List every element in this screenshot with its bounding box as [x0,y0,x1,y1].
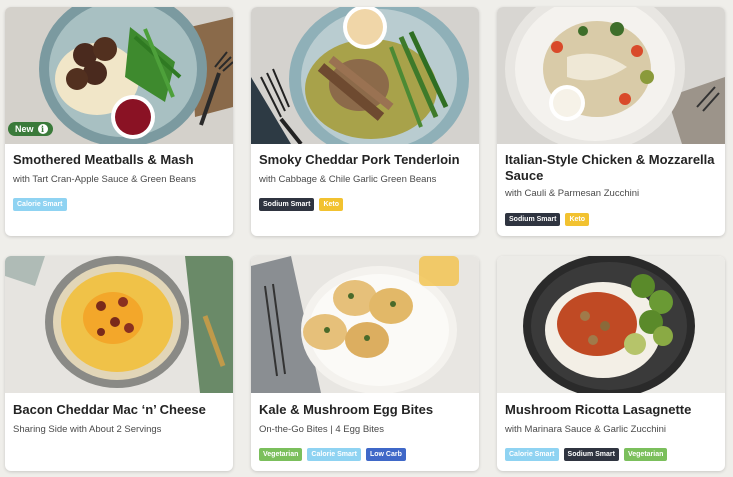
meal-subtitle: On-the-Go Bites | 4 Egg Bites [259,424,384,435]
new-badge: New i [8,122,53,136]
tag-keto: Keto [565,213,590,226]
meal-card-bacon-cheddar-mac[interactable]: Bacon Cheddar Mac ‘n’ Cheese Sharing Sid… [5,256,233,471]
tag-calorie-smart: Calorie Smart [13,198,67,211]
tag-keto: Keto [319,198,344,211]
tag-sodium-smart: Sodium Smart [505,213,561,226]
meal-tags: Sodium Smart Keto [505,213,590,226]
meal-subtitle: with Tart Cran-Apple Sauce & Green Beans [13,174,197,185]
meal-photo[interactable]: New i [5,7,233,144]
meal-subtitle: with Marinara Sauce & Garlic Zucchini [505,424,667,435]
meal-photo[interactable] [251,256,479,393]
meal-card-smoky-cheddar-pork[interactable]: Smoky Cheddar Pork Tenderloin with Cabba… [251,7,479,236]
tag-vegetarian: Vegetarian [259,448,303,461]
tag-vegetarian: Vegetarian [623,448,668,461]
meal-title: Italian-Style Chicken & Mozzarella Sauce [505,152,715,183]
meal-card-italian-chicken[interactable]: Italian-Style Chicken & Mozzarella Sauce… [497,7,725,236]
tag-low-carb: Low Carb [365,448,406,461]
meal-subtitle: with Cauli & Parmesan Zucchini [505,188,640,199]
meal-photo[interactable] [497,7,725,144]
meal-card-smothered-meatballs[interactable]: New i Smothered Meatballs & Mash with Ta… [5,7,233,236]
meal-title: Bacon Cheddar Mac ‘n’ Cheese [13,402,206,417]
meal-subtitle: with Cabbage & Chile Garlic Green Beans [259,174,437,185]
meal-subtitle: Sharing Side with About 2 Servings [13,424,162,435]
tag-calorie-smart: Calorie Smart [307,448,361,461]
meal-photo[interactable] [5,256,233,393]
meal-photo[interactable] [497,256,725,393]
tag-sodium-smart: Sodium Smart [563,448,619,461]
meal-title: Kale & Mushroom Egg Bites [259,402,434,417]
meal-photo[interactable] [251,7,479,144]
meal-title: Mushroom Ricotta Lasagnette [505,402,692,417]
meal-tags: Vegetarian Calorie Smart Low Carb [259,448,406,461]
meal-card-mushroom-ricotta-lasagnette[interactable]: Mushroom Ricotta Lasagnette with Marinar… [497,256,725,471]
meal-tags: Sodium Smart Keto [259,198,344,211]
info-icon[interactable]: i [37,124,48,134]
new-badge-label: New [15,124,34,134]
meal-tags: Calorie Smart [13,198,67,211]
meal-tags: Calorie Smart Sodium Smart Vegetarian [505,448,668,461]
meal-card-kale-mushroom-egg-bites[interactable]: Kale & Mushroom Egg Bites On-the-Go Bite… [251,256,479,471]
tag-calorie-smart: Calorie Smart [505,448,559,461]
tag-sodium-smart: Sodium Smart [259,198,315,211]
meal-grid: New i Smothered Meatballs & Mash with Ta… [0,0,733,477]
meal-title: Smothered Meatballs & Mash [13,152,194,167]
meal-title: Smoky Cheddar Pork Tenderloin [259,152,460,167]
